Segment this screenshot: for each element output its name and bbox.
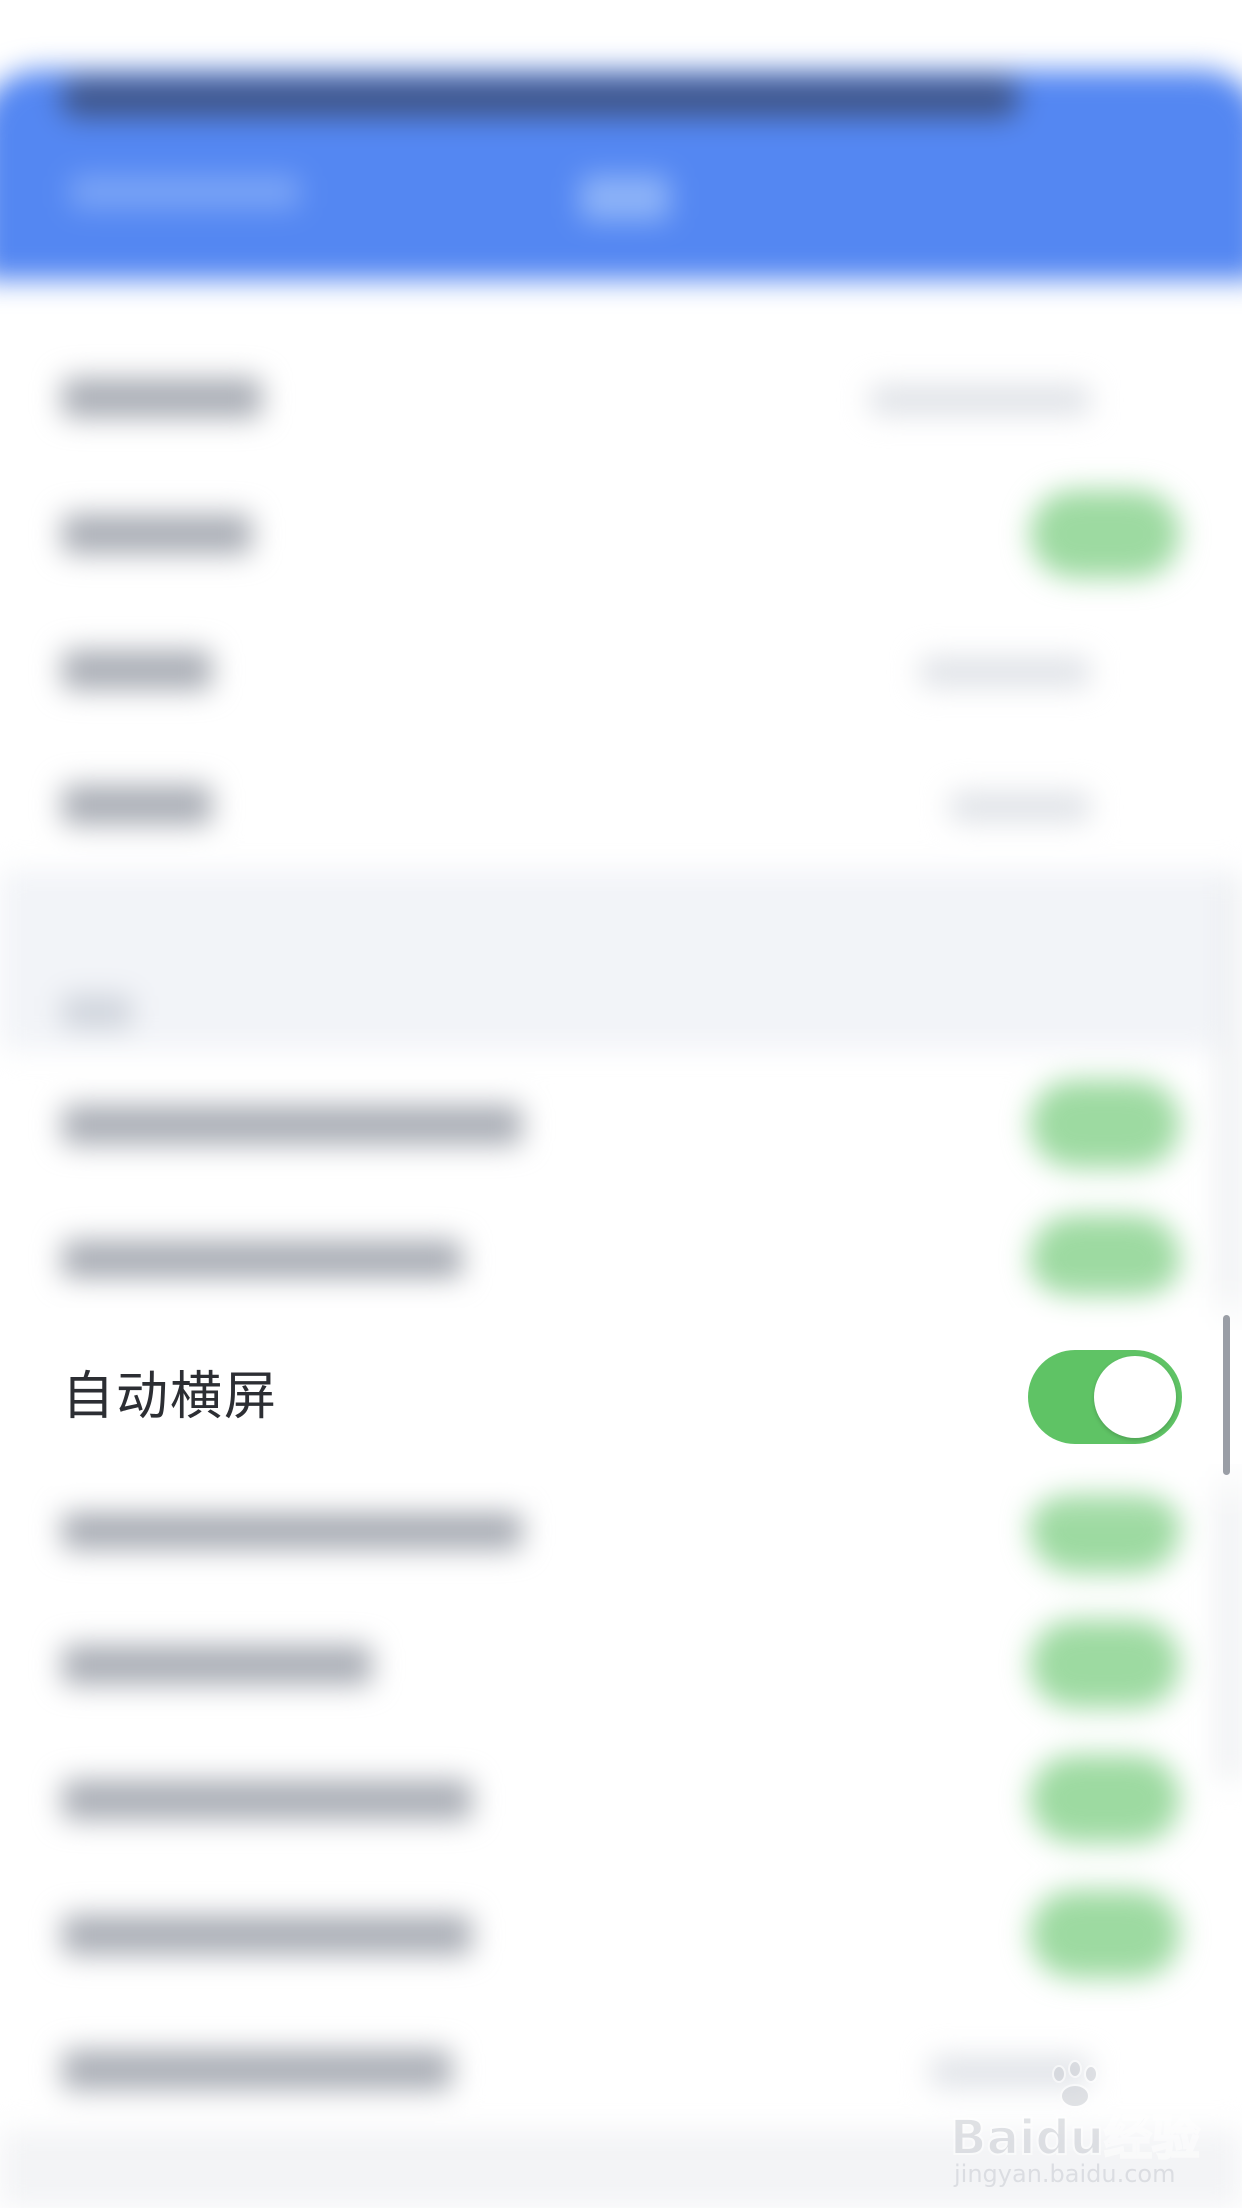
- toggle-knob: [1094, 1356, 1176, 1438]
- toggle-switch[interactable]: [1030, 490, 1180, 578]
- toggle-switch[interactable]: [1030, 1485, 1180, 1573]
- page-title: [580, 175, 670, 221]
- back-button[interactable]: [70, 175, 300, 209]
- row-label: [62, 378, 262, 418]
- row-label: [62, 1915, 472, 1955]
- watermark-brand: Baidu经验: [949, 2109, 1201, 2167]
- toggle-switch[interactable]: [1030, 1755, 1180, 1843]
- watermark-url: jingyan.baidu.com: [954, 2160, 1176, 2188]
- section-divider: [0, 870, 1242, 1050]
- scrollbar-thumb[interactable]: [1223, 1315, 1230, 1475]
- settings-screen: 自动横屏 Baidu经验 jingyan.baidu.com: [0, 0, 1242, 2208]
- setting-label: 自动横屏: [62, 1367, 279, 1427]
- row-label: [62, 650, 212, 690]
- toggle-switch[interactable]: [1030, 1620, 1180, 1708]
- setting-row-auto-rotate[interactable]: 自动横屏: [0, 1330, 1242, 1464]
- watermark: Baidu经验 jingyan.baidu.com: [949, 2060, 1210, 2190]
- auto-rotate-toggle[interactable]: [1028, 1350, 1182, 1444]
- section-label: [62, 995, 132, 1029]
- row-label: [62, 2050, 452, 2090]
- toggle-switch[interactable]: [1030, 1080, 1180, 1168]
- row-label: [62, 1510, 522, 1550]
- row-value: [950, 792, 1090, 822]
- toggle-switch[interactable]: [1030, 1890, 1180, 1978]
- header-shadow: [60, 78, 1020, 118]
- row-value: [920, 657, 1090, 687]
- row-label: [62, 1780, 472, 1820]
- blurred-background: [0, 0, 1242, 2208]
- toggle-switch[interactable]: [1030, 1215, 1180, 1303]
- row-label: [62, 514, 252, 554]
- row-label: [62, 1240, 462, 1280]
- row-label: [62, 1105, 522, 1145]
- row-label: [62, 1645, 372, 1685]
- row-label: [62, 785, 212, 825]
- row-value: [870, 385, 1090, 415]
